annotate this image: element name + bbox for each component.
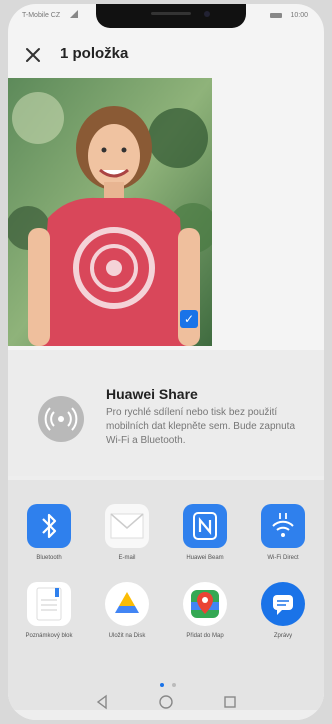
- huawei-share-section[interactable]: Huawei Share Pro rychlé sdílení nebo tis…: [8, 350, 324, 476]
- google-maps-icon: [183, 582, 227, 626]
- share-target-google-maps[interactable]: Přidat do Map: [170, 582, 240, 640]
- home-button[interactable]: [158, 694, 174, 710]
- share-target-messages[interactable]: Zprávy: [248, 582, 318, 640]
- messages-icon: [261, 582, 305, 626]
- app-label: Poznámkový blok: [25, 633, 73, 639]
- app-label: Huawei Beam: [186, 555, 224, 561]
- huawei-share-icon: [38, 396, 84, 442]
- selected-check-icon[interactable]: ✓: [180, 310, 198, 328]
- app-label: Přidat do Map: [186, 633, 224, 639]
- share-target-wifi-direct[interactable]: Wi-Fi Direct: [248, 504, 318, 562]
- back-icon: [96, 694, 107, 710]
- app-label: E-mail: [118, 555, 136, 561]
- app-label: Wi-Fi Direct: [267, 555, 299, 561]
- email-icon: [105, 504, 149, 548]
- share-targets-grid: Bluetooth E-mail Huawei Beam Wi-Fi Direc…: [8, 480, 324, 710]
- camera-notch: [96, 4, 246, 28]
- battery-icon: [270, 13, 282, 18]
- share-target-bluetooth[interactable]: Bluetooth: [14, 504, 84, 562]
- huawei-share-description: Pro rychlé sdílení nebo tisk bez použití…: [106, 407, 296, 446]
- front-camera: [204, 11, 210, 17]
- carrier-name: T-Mobile CZ: [22, 12, 61, 19]
- status-time: 10:00: [290, 12, 308, 19]
- share-target-huawei-beam[interactable]: Huawei Beam: [170, 504, 240, 562]
- share-header: 1 položka: [8, 34, 324, 78]
- navigation-bar: [8, 684, 324, 720]
- close-button[interactable]: [22, 44, 44, 66]
- share-target-email[interactable]: E-mail: [92, 504, 162, 562]
- photo-image: [8, 78, 212, 346]
- close-icon: [26, 48, 40, 62]
- app-label: Bluetooth: [36, 555, 62, 561]
- app-label: Zprávy: [273, 633, 293, 639]
- signal-icon: [70, 10, 78, 18]
- nfc-icon: [183, 504, 227, 548]
- huawei-share-title: Huawei Share: [106, 386, 198, 402]
- share-target-notepad[interactable]: Poznámkový blok: [14, 582, 84, 640]
- recents-icon: [224, 696, 236, 708]
- earpiece: [151, 12, 191, 15]
- recents-button[interactable]: [222, 694, 238, 710]
- wireless-signal-icon: [44, 407, 78, 431]
- page-title: 1 položka: [60, 45, 129, 62]
- app-label: Uložit na Disk: [108, 633, 146, 639]
- bluetooth-icon: [27, 504, 71, 548]
- wifi-direct-icon: [261, 504, 305, 548]
- google-drive-icon: [105, 582, 149, 626]
- phone-screen: T-Mobile CZ 10:00 1 položka ✓ Huawei Sha…: [8, 4, 324, 720]
- notepad-icon: [27, 582, 71, 626]
- home-icon: [159, 695, 173, 709]
- share-panel: Huawei Share Pro rychlé sdílení nebo tis…: [8, 350, 324, 720]
- back-button[interactable]: [94, 694, 110, 710]
- share-target-google-drive[interactable]: Uložit na Disk: [92, 582, 162, 640]
- selected-photo[interactable]: [8, 78, 212, 346]
